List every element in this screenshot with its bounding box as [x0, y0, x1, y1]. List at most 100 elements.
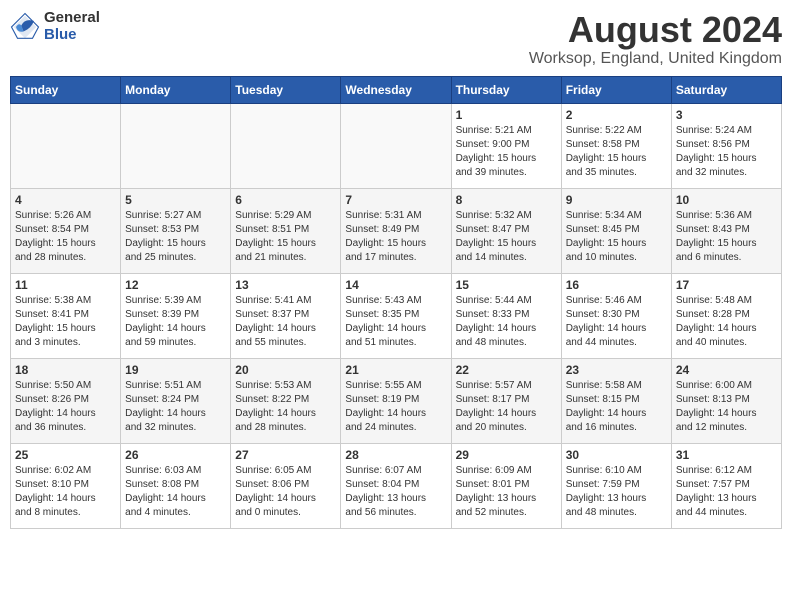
calendar-cell: 21 Sunrise: 5:55 AM Sunset: 8:19 PM Dayli…	[341, 358, 451, 443]
day-content: Sunrise: 6:03 AM Sunset: 8:08 PM Dayligh…	[125, 464, 226, 520]
day-number: 1	[456, 108, 557, 122]
day-number: 14	[345, 278, 446, 292]
day-content: Sunrise: 5:29 AM Sunset: 8:51 PM Dayligh…	[235, 209, 336, 265]
day-content: Sunrise: 5:31 AM Sunset: 8:49 PM Dayligh…	[345, 209, 446, 265]
day-content: Sunrise: 5:41 AM Sunset: 8:37 PM Dayligh…	[235, 294, 336, 350]
day-content: Sunrise: 6:05 AM Sunset: 8:06 PM Dayligh…	[235, 464, 336, 520]
day-number: 24	[676, 363, 777, 377]
calendar-table: SundayMondayTuesdayWednesdayThursdayFrid…	[10, 76, 782, 529]
calendar-cell: 29 Sunrise: 6:09 AM Sunset: 8:01 PM Dayli…	[451, 443, 561, 528]
day-number: 5	[125, 193, 226, 207]
day-number: 15	[456, 278, 557, 292]
day-number: 12	[125, 278, 226, 292]
calendar-cell: 16 Sunrise: 5:46 AM Sunset: 8:30 PM Dayli…	[561, 273, 671, 358]
day-number: 27	[235, 448, 336, 462]
week-row-3: 11 Sunrise: 5:38 AM Sunset: 8:41 PM Dayli…	[11, 273, 782, 358]
calendar-cell: 26 Sunrise: 6:03 AM Sunset: 8:08 PM Dayli…	[121, 443, 231, 528]
day-content: Sunrise: 6:12 AM Sunset: 7:57 PM Dayligh…	[676, 464, 777, 520]
calendar-cell: 3 Sunrise: 5:24 AM Sunset: 8:56 PM Daylig…	[671, 103, 781, 188]
calendar-cell: 18 Sunrise: 5:50 AM Sunset: 8:26 PM Dayli…	[11, 358, 121, 443]
calendar-cell: 31 Sunrise: 6:12 AM Sunset: 7:57 PM Dayli…	[671, 443, 781, 528]
calendar-cell: 15Sunrise: 5:44 AM Sunset: 8:33 PM Dayli…	[451, 273, 561, 358]
day-number: 13	[235, 278, 336, 292]
day-number: 4	[15, 193, 116, 207]
day-content: Sunrise: 5:55 AM Sunset: 8:19 PM Dayligh…	[345, 379, 446, 435]
calendar-cell: 23 Sunrise: 5:58 AM Sunset: 8:15 PM Dayli…	[561, 358, 671, 443]
week-row-5: 25Sunrise: 6:02 AM Sunset: 8:10 PM Dayli…	[11, 443, 782, 528]
day-number: 30	[566, 448, 667, 462]
logo-blue-text: Blue	[44, 27, 100, 44]
week-row-4: 18 Sunrise: 5:50 AM Sunset: 8:26 PM Dayli…	[11, 358, 782, 443]
day-content: Sunrise: 6:09 AM Sunset: 8:01 PM Dayligh…	[456, 464, 557, 520]
day-content: Sunrise: 5:26 AM Sunset: 8:54 PM Dayligh…	[15, 209, 116, 265]
logo-icon	[10, 12, 40, 42]
calendar-cell: 30Sunrise: 6:10 AM Sunset: 7:59 PM Dayli…	[561, 443, 671, 528]
day-number: 29	[456, 448, 557, 462]
calendar-cell: 8Sunrise: 5:32 AM Sunset: 8:47 PM Daylig…	[451, 188, 561, 273]
day-number: 7	[345, 193, 446, 207]
calendar-cell: 17 Sunrise: 5:48 AM Sunset: 8:28 PM Dayli…	[671, 273, 781, 358]
day-content: Sunrise: 5:39 AM Sunset: 8:39 PM Dayligh…	[125, 294, 226, 350]
day-content: Sunrise: 5:38 AM Sunset: 8:41 PM Dayligh…	[15, 294, 116, 350]
day-content: Sunrise: 5:22 AM Sunset: 8:58 PM Dayligh…	[566, 124, 667, 180]
day-content: Sunrise: 5:57 AM Sunset: 8:17 PM Dayligh…	[456, 379, 557, 435]
header-row: SundayMondayTuesdayWednesdayThursdayFrid…	[11, 76, 782, 103]
day-number: 23	[566, 363, 667, 377]
day-number: 21	[345, 363, 446, 377]
day-number: 18	[15, 363, 116, 377]
day-number: 16	[566, 278, 667, 292]
day-number: 3	[676, 108, 777, 122]
calendar-cell	[11, 103, 121, 188]
calendar-cell: 4 Sunrise: 5:26 AM Sunset: 8:54 PM Daylig…	[11, 188, 121, 273]
day-content: Sunrise: 5:53 AM Sunset: 8:22 PM Dayligh…	[235, 379, 336, 435]
day-number: 8	[456, 193, 557, 207]
day-number: 11	[15, 278, 116, 292]
day-number: 31	[676, 448, 777, 462]
day-number: 28	[345, 448, 446, 462]
day-content: Sunrise: 5:21 AM Sunset: 9:00 PM Dayligh…	[456, 124, 557, 180]
day-content: Sunrise: 5:48 AM Sunset: 8:28 PM Dayligh…	[676, 294, 777, 350]
calendar-cell: 11 Sunrise: 5:38 AM Sunset: 8:41 PM Dayli…	[11, 273, 121, 358]
calendar-cell: 12 Sunrise: 5:39 AM Sunset: 8:39 PM Dayli…	[121, 273, 231, 358]
day-number: 25	[15, 448, 116, 462]
calendar-cell: 2 Sunrise: 5:22 AM Sunset: 8:58 PM Daylig…	[561, 103, 671, 188]
logo-general-text: General	[44, 10, 100, 27]
calendar-cell: 13 Sunrise: 5:41 AM Sunset: 8:37 PM Dayli…	[231, 273, 341, 358]
day-number: 10	[676, 193, 777, 207]
calendar-cell: 14 Sunrise: 5:43 AM Sunset: 8:35 PM Dayli…	[341, 273, 451, 358]
day-number: 26	[125, 448, 226, 462]
day-content: Sunrise: 5:34 AM Sunset: 8:45 PM Dayligh…	[566, 209, 667, 265]
day-content: Sunrise: 6:00 AM Sunset: 8:13 PM Dayligh…	[676, 379, 777, 435]
day-content: Sunrise: 5:27 AM Sunset: 8:53 PM Dayligh…	[125, 209, 226, 265]
week-row-1: 1 Sunrise: 5:21 AM Sunset: 9:00 PM Daylig…	[11, 103, 782, 188]
day-number: 17	[676, 278, 777, 292]
calendar-cell: 25Sunrise: 6:02 AM Sunset: 8:10 PM Dayli…	[11, 443, 121, 528]
day-number: 2	[566, 108, 667, 122]
col-header-thursday: Thursday	[451, 76, 561, 103]
title-block: August 2024 Worksop, England, United Kin…	[529, 10, 782, 68]
col-header-monday: Monday	[121, 76, 231, 103]
day-content: Sunrise: 5:24 AM Sunset: 8:56 PM Dayligh…	[676, 124, 777, 180]
logo: General Blue	[10, 10, 100, 43]
calendar-cell: 28 Sunrise: 6:07 AM Sunset: 8:04 PM Dayli…	[341, 443, 451, 528]
calendar-cell: 1 Sunrise: 5:21 AM Sunset: 9:00 PM Daylig…	[451, 103, 561, 188]
calendar-cell: 20Sunrise: 5:53 AM Sunset: 8:22 PM Dayli…	[231, 358, 341, 443]
day-content: Sunrise: 5:46 AM Sunset: 8:30 PM Dayligh…	[566, 294, 667, 350]
calendar-cell: 27 Sunrise: 6:05 AM Sunset: 8:06 PM Dayli…	[231, 443, 341, 528]
calendar-cell	[341, 103, 451, 188]
day-number: 6	[235, 193, 336, 207]
calendar-cell: 22Sunrise: 5:57 AM Sunset: 8:17 PM Dayli…	[451, 358, 561, 443]
calendar-cell	[231, 103, 341, 188]
subtitle: Worksop, England, United Kingdom	[529, 50, 782, 68]
day-content: Sunrise: 5:51 AM Sunset: 8:24 PM Dayligh…	[125, 379, 226, 435]
calendar-cell: 5 Sunrise: 5:27 AM Sunset: 8:53 PM Daylig…	[121, 188, 231, 273]
day-content: Sunrise: 5:58 AM Sunset: 8:15 PM Dayligh…	[566, 379, 667, 435]
col-header-sunday: Sunday	[11, 76, 121, 103]
calendar-cell: 19Sunrise: 5:51 AM Sunset: 8:24 PM Dayli…	[121, 358, 231, 443]
day-content: Sunrise: 5:50 AM Sunset: 8:26 PM Dayligh…	[15, 379, 116, 435]
calendar-cell: 24 Sunrise: 6:00 AM Sunset: 8:13 PM Dayli…	[671, 358, 781, 443]
calendar-cell: 10Sunrise: 5:36 AM Sunset: 8:43 PM Dayli…	[671, 188, 781, 273]
day-content: Sunrise: 6:07 AM Sunset: 8:04 PM Dayligh…	[345, 464, 446, 520]
day-content: Sunrise: 5:43 AM Sunset: 8:35 PM Dayligh…	[345, 294, 446, 350]
week-row-2: 4 Sunrise: 5:26 AM Sunset: 8:54 PM Daylig…	[11, 188, 782, 273]
